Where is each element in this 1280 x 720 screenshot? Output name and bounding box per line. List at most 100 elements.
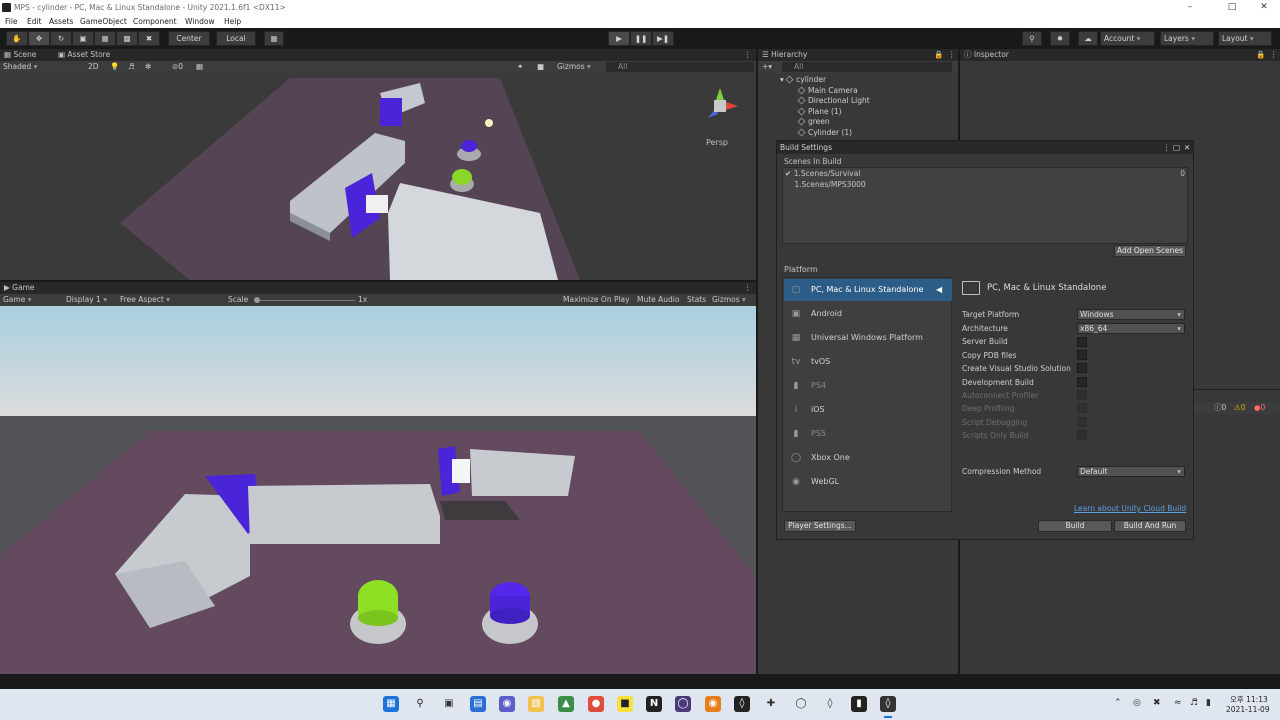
hierarchy-item[interactable]: Cylinder (1) bbox=[797, 128, 852, 139]
tools-icon[interactable]: ✦ bbox=[517, 61, 523, 73]
layout-dropdown[interactable]: Layout bbox=[1218, 31, 1272, 46]
custom-tool-icon[interactable]: ✖ bbox=[138, 31, 160, 46]
effects-icon[interactable]: ✻ bbox=[145, 61, 151, 73]
tab-hierarchy[interactable]: ☰ Hierarchy bbox=[762, 49, 807, 61]
search-taskbar-icon[interactable]: ⚲ bbox=[412, 696, 428, 712]
microphone-icon[interactable]: ◎ bbox=[1133, 698, 1141, 708]
collab-icon[interactable]: ✸ bbox=[1050, 31, 1070, 46]
platform-item-webgl[interactable]: ◉ WebGL bbox=[784, 471, 952, 493]
scene-menu-icon[interactable]: ⋮ bbox=[744, 49, 752, 61]
volume-icon[interactable]: ♬ bbox=[1190, 698, 1198, 708]
aspect-dropdown[interactable]: Free Aspect bbox=[120, 294, 222, 306]
cloud-build-link[interactable]: Learn about Unity Cloud Build bbox=[1074, 504, 1186, 513]
platform-item-ps4[interactable]: ▮ PS4 bbox=[784, 375, 952, 397]
menu-edit[interactable]: Edit bbox=[27, 15, 42, 28]
tab-scene[interactable]: ▦ Scene bbox=[4, 49, 36, 61]
build-close-icon[interactable]: ✕ bbox=[1184, 141, 1190, 154]
scale-slider[interactable] bbox=[255, 300, 355, 301]
task-view-icon[interactable]: ▣ bbox=[441, 696, 457, 712]
pause-icon[interactable]: ❚❚ bbox=[630, 31, 652, 46]
toggle-2d-button[interactable]: 2D bbox=[88, 61, 99, 73]
build-menu-icon[interactable]: ⋮ bbox=[1163, 141, 1171, 154]
hierarchy-item[interactable]: Plane (1) bbox=[797, 107, 842, 118]
scenes-list[interactable]: ✔ 1.Scenes/Survival 0 1.Scenes/MPS3000 bbox=[782, 167, 1188, 244]
game-viewport[interactable] bbox=[0, 306, 756, 674]
scene-viewport[interactable]: Persp bbox=[0, 73, 756, 280]
server-build-checkbox[interactable] bbox=[1077, 337, 1087, 347]
scale-slider-handle[interactable] bbox=[254, 297, 260, 303]
game-gizmos-dropdown[interactable]: Gizmos bbox=[712, 294, 746, 306]
app-icon[interactable]: ▲ bbox=[558, 696, 574, 712]
wifi-icon[interactable]: ≈ bbox=[1174, 698, 1182, 708]
blender-icon[interactable]: ◉ bbox=[705, 696, 721, 712]
compression-dropdown[interactable]: Default bbox=[1077, 466, 1185, 477]
tab-asset-store[interactable]: ▣ Asset Store bbox=[58, 49, 110, 61]
hierarchy-item[interactable]: Main Camera bbox=[797, 86, 858, 97]
hand-tool-icon[interactable]: ✋ bbox=[6, 31, 28, 46]
close-icon[interactable]: ✕ bbox=[1246, 0, 1280, 15]
chrome-icon[interactable]: ● bbox=[588, 696, 604, 712]
app-icon-4[interactable]: ◊ bbox=[822, 696, 838, 712]
inspector-lock-icon[interactable]: 🔒 bbox=[1256, 49, 1265, 61]
shading-dropdown[interactable]: Shaded bbox=[3, 61, 78, 73]
scene-search-input[interactable]: All bbox=[606, 62, 754, 72]
chat-icon[interactable]: ◉ bbox=[499, 696, 515, 712]
hierarchy-menu-icon[interactable]: ⋮ bbox=[948, 49, 956, 61]
audio-icon[interactable]: ♬ bbox=[128, 61, 135, 73]
file-explorer-icon[interactable]: ▧ bbox=[528, 696, 544, 712]
scene-check-icon[interactable]: ✔ bbox=[785, 169, 791, 178]
cloud-icon[interactable]: ☁ bbox=[1078, 31, 1098, 46]
platform-item-standalone[interactable]: ▢ PC, Mac & Linux Standalone ◀ bbox=[784, 279, 952, 301]
platform-item-android[interactable]: ▣ Android bbox=[784, 303, 952, 325]
game-view-dropdown[interactable]: Game bbox=[3, 294, 61, 306]
copy-pdb-checkbox[interactable] bbox=[1077, 350, 1087, 360]
minimize-icon[interactable]: – bbox=[1172, 0, 1208, 15]
menu-help[interactable]: Help bbox=[224, 15, 241, 28]
search-icon[interactable]: ⚲ bbox=[1022, 31, 1042, 46]
step-icon[interactable]: ▶❚ bbox=[652, 31, 674, 46]
transform-tool-icon[interactable]: ▩ bbox=[116, 31, 138, 46]
notion-icon[interactable]: N bbox=[646, 696, 662, 712]
tray-chevron-icon[interactable]: ⌃ bbox=[1114, 698, 1122, 708]
play-icon[interactable]: ▶ bbox=[608, 31, 630, 46]
scene-entry[interactable]: 1.Scenes/MPS3000 bbox=[785, 180, 1185, 190]
platform-item-ios[interactable]: i iOS bbox=[784, 399, 952, 421]
maximize-on-play-toggle[interactable]: Maximize On Play bbox=[563, 294, 630, 306]
platform-item-ps5[interactable]: ▮ PS5 bbox=[784, 423, 952, 445]
menu-window[interactable]: Window bbox=[185, 15, 215, 28]
lock-icon[interactable]: 🔒 bbox=[934, 49, 943, 61]
console-message-toggle[interactable]: ●0 bbox=[1254, 402, 1265, 414]
account-dropdown[interactable]: Account bbox=[1100, 31, 1155, 46]
github-icon[interactable]: ◯ bbox=[675, 696, 691, 712]
platform-item-tvos[interactable]: tv tvOS bbox=[784, 351, 952, 373]
hidden-objects-toggle[interactable]: ⊘0 bbox=[172, 61, 183, 73]
build-button[interactable]: Build bbox=[1038, 520, 1112, 532]
build-and-run-button[interactable]: Build And Run bbox=[1114, 520, 1186, 532]
grid-icon[interactable]: ▦ bbox=[196, 61, 203, 73]
display-dropdown[interactable]: Display 1 bbox=[66, 294, 107, 306]
app-icon-2[interactable]: ✚ bbox=[763, 696, 779, 712]
start-icon[interactable]: ▦ bbox=[383, 696, 399, 712]
development-build-checkbox[interactable] bbox=[1077, 377, 1087, 387]
add-open-scenes-button[interactable]: Add Open Scenes bbox=[1114, 245, 1186, 257]
hierarchy-search-input[interactable]: All bbox=[782, 62, 952, 72]
move-tool-icon[interactable]: ✥ bbox=[28, 31, 50, 46]
unity-editor-icon[interactable]: ◊ bbox=[880, 696, 896, 712]
pivot-local-button[interactable]: Local bbox=[216, 31, 256, 46]
persp-label[interactable]: Persp bbox=[706, 138, 728, 147]
battery-icon[interactable]: ▮ bbox=[1206, 698, 1211, 708]
build-maximize-icon[interactable]: □ bbox=[1173, 141, 1180, 154]
target-platform-dropdown[interactable]: Windows bbox=[1077, 309, 1185, 320]
unity-hub-icon[interactable]: ◊ bbox=[734, 696, 750, 712]
scene-entry[interactable]: ✔ 1.Scenes/Survival 0 bbox=[785, 169, 1185, 179]
player-settings-button[interactable]: Player Settings... bbox=[784, 520, 856, 532]
menu-gameobject[interactable]: GameObject bbox=[80, 15, 127, 28]
clock-time[interactable]: 오후 11:13 bbox=[1230, 694, 1268, 705]
hierarchy-item[interactable]: Directional Light bbox=[797, 96, 870, 107]
inspector-menu-icon[interactable]: ⋮ bbox=[1270, 49, 1278, 61]
maximize-icon[interactable]: □ bbox=[1214, 0, 1250, 15]
console-error-toggle[interactable]: ⓘ0 bbox=[1214, 402, 1226, 414]
hierarchy-root[interactable]: ▾ cylinder bbox=[780, 75, 826, 86]
architecture-dropdown[interactable]: x86_64 bbox=[1077, 323, 1185, 334]
scene-gizmos-dropdown[interactable]: Gizmos bbox=[557, 61, 591, 73]
